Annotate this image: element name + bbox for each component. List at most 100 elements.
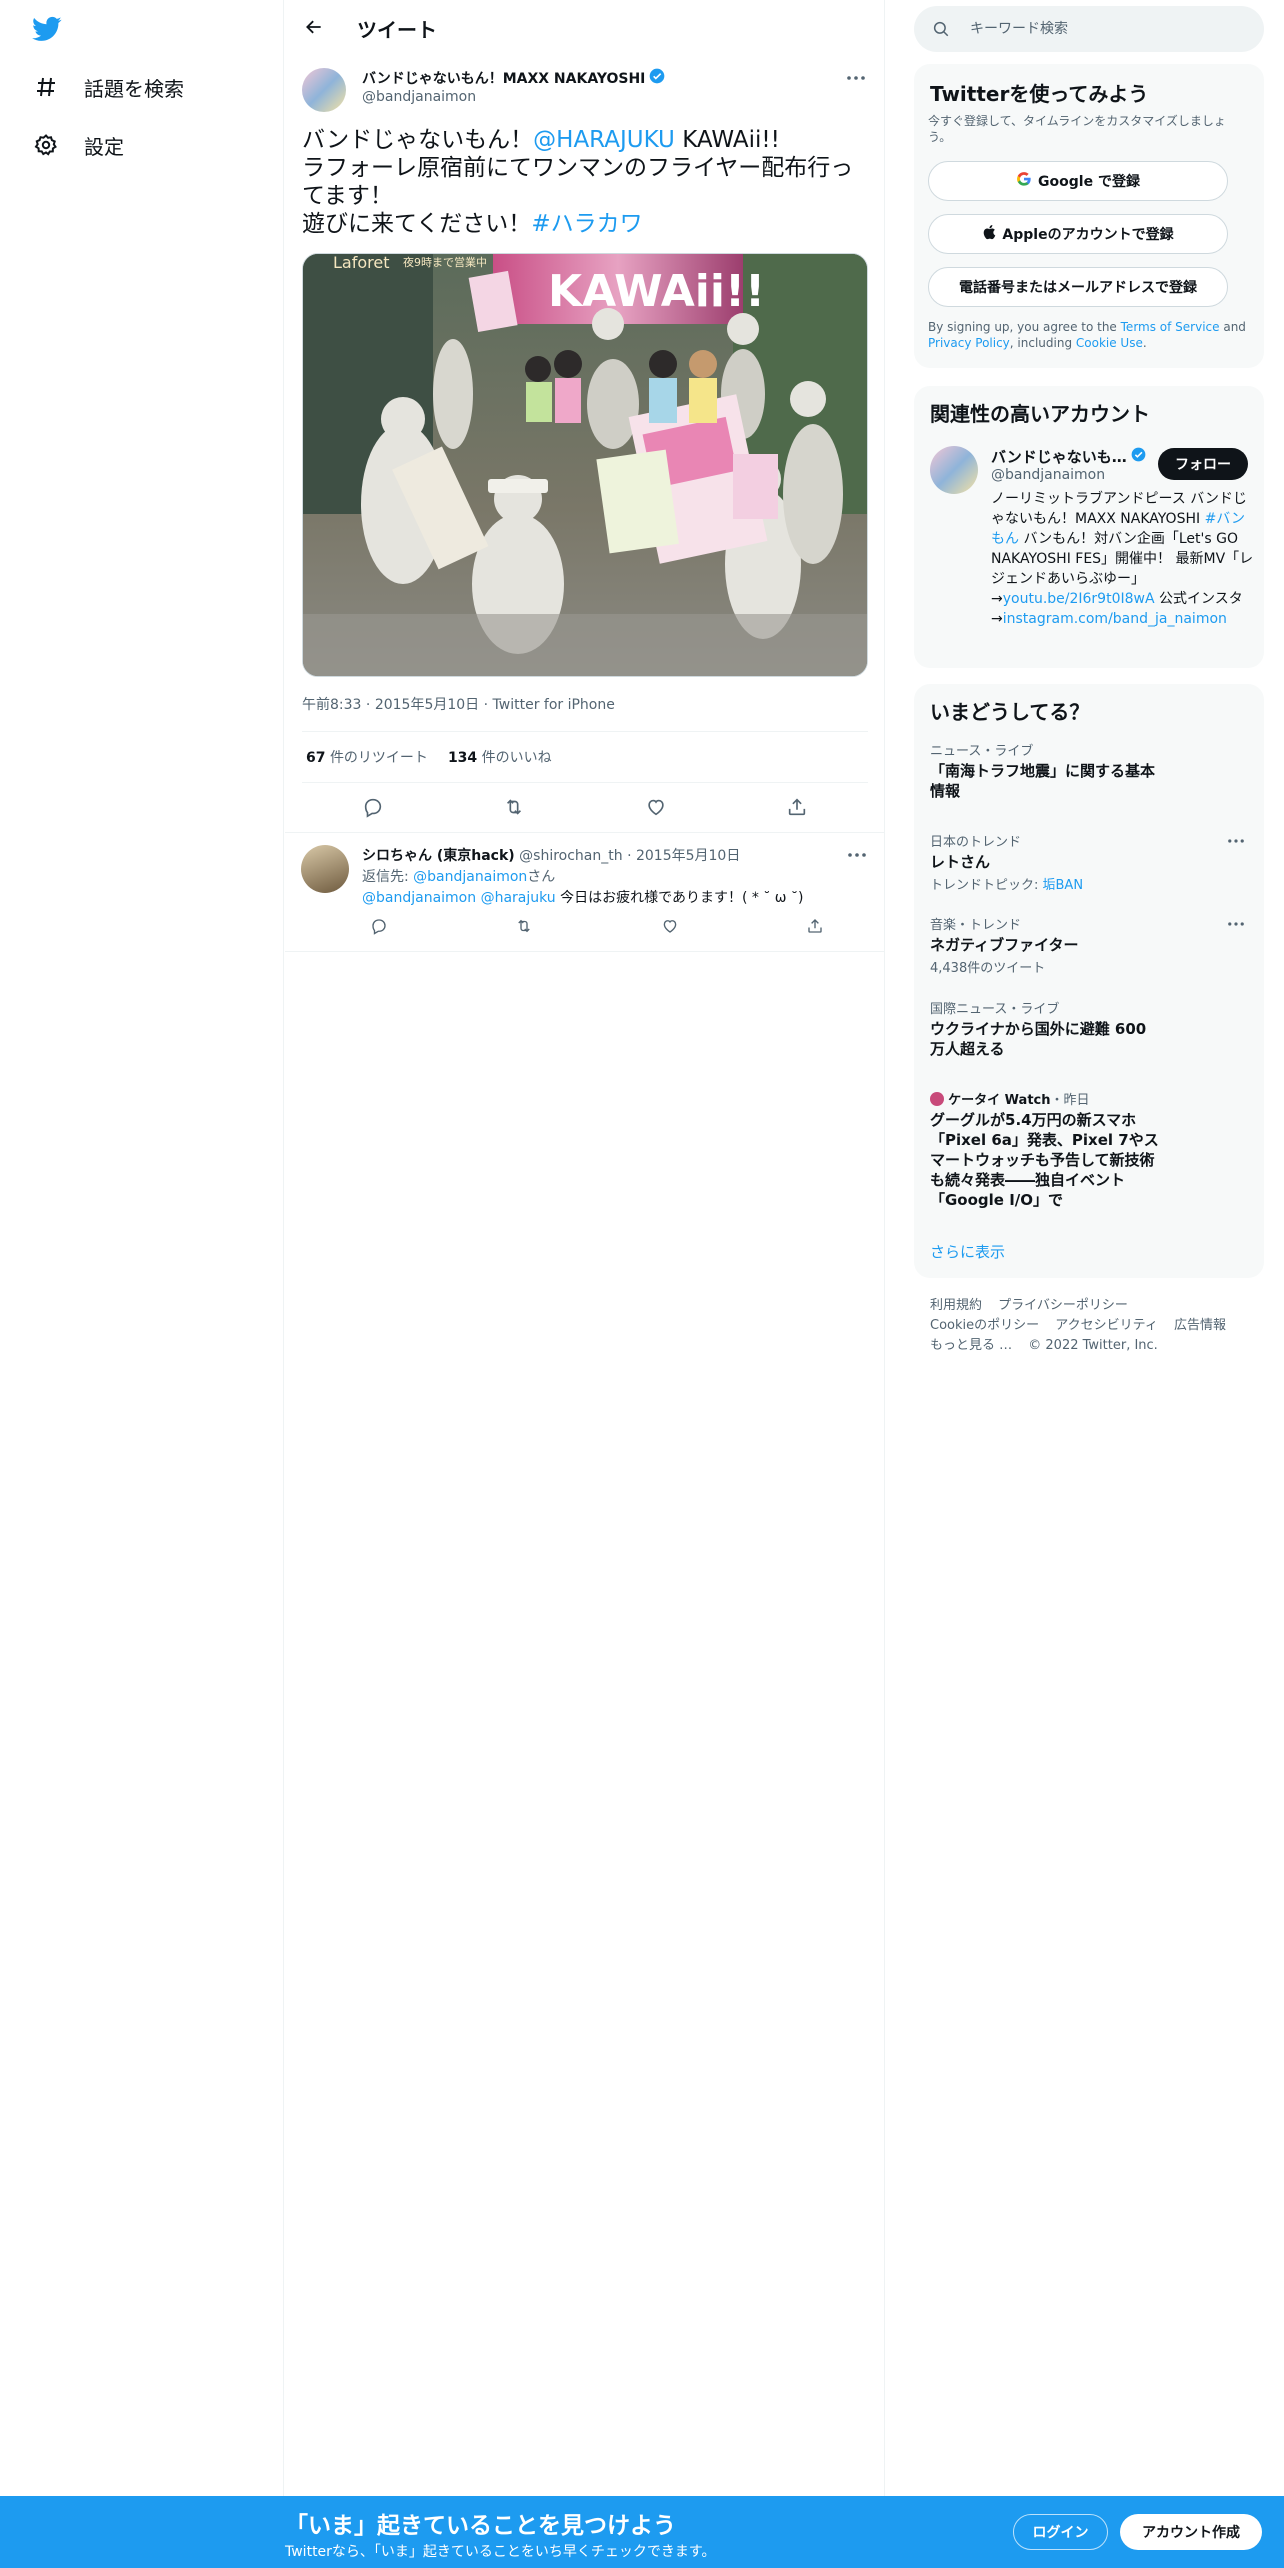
tweet-mention-link[interactable]: @HARAJUKU xyxy=(533,127,675,153)
apple-signup-button[interactable]: Appleのアカウントで登録 xyxy=(928,214,1228,254)
trend-more-icon[interactable] xyxy=(1224,831,1248,851)
terms-of-service-link[interactable]: Terms of Service xyxy=(1121,320,1220,334)
reply-to-handle[interactable]: @bandjanaimon xyxy=(413,869,527,885)
trend-title: ウクライナから国外に避難 600万人超える xyxy=(930,1020,1147,1058)
footer-privacy-link[interactable]: プライバシーポリシー xyxy=(998,1298,1128,1313)
reply-tweet[interactable]: シロちゃん (東京hack) @shirochan_th · 2015年5月10… xyxy=(285,832,885,952)
login-button[interactable]: ログイン xyxy=(1013,2514,1108,2550)
tweet-source[interactable]: Twitter for iPhone xyxy=(493,697,615,713)
like-icon[interactable] xyxy=(653,909,687,943)
reply-author-handle[interactable]: @shirochan_th xyxy=(519,848,622,864)
author-avatar[interactable] xyxy=(302,68,346,112)
retweet-count-label: 件のリツイート xyxy=(329,750,428,766)
phone-email-signup-button[interactable]: 電話番号またはメールアドレスで登録 xyxy=(928,267,1228,307)
terms-text-3: , including xyxy=(1009,336,1076,350)
trend-source-time: ・昨日 xyxy=(1050,1093,1090,1108)
twitter-logo-icon[interactable] xyxy=(30,14,64,44)
nav-settings-label: 設定 xyxy=(84,134,124,159)
trend-topic-link[interactable]: 垢BAN xyxy=(1043,878,1084,893)
trend-item[interactable]: 音楽・トレンド ネガティブファイター 4,438件のツイート xyxy=(930,914,1248,976)
trend-source: ケータイ Watch・昨日 xyxy=(930,1089,1248,1108)
photo-banner-text: KAWAii!! xyxy=(548,266,765,317)
tweet-hashtag-link[interactable]: #ハラカワ xyxy=(531,211,642,237)
footer-cookie-link[interactable]: Cookieのポリシー xyxy=(930,1318,1039,1333)
footer-copyright: © 2022 Twitter, Inc. xyxy=(1028,1338,1158,1353)
hashtag-icon xyxy=(32,73,60,101)
trend-item[interactable]: 日本のトレンド レトさん トレンドトピック: 垢BAN xyxy=(930,831,1248,893)
trend-category: 音楽・トレンド xyxy=(930,918,1022,933)
bottom-bar-title: 「いま」起きていることを見つけよう xyxy=(285,2513,676,2539)
reply-author-avatar[interactable] xyxy=(301,845,349,893)
footer-more-link[interactable]: もっと見る … xyxy=(930,1338,1012,1353)
back-arrow-icon[interactable] xyxy=(298,11,330,43)
bottom-signup-bar: 「いま」起きていることを見つけよう Twitterなら、「いま」起きていることを… xyxy=(0,2496,1284,2568)
like-icon[interactable] xyxy=(639,790,673,824)
share-icon[interactable] xyxy=(798,909,832,943)
related-account-avatar[interactable] xyxy=(930,446,978,494)
signup-terms: By signing up, you agree to the Terms of… xyxy=(928,319,1250,351)
reply-author-name[interactable]: シロちゃん (東京hack) xyxy=(362,848,515,864)
nav-settings[interactable]: 設定 xyxy=(32,125,124,165)
trend-more-icon[interactable] xyxy=(1224,914,1248,934)
like-count[interactable]: 134 件のいいね xyxy=(448,747,552,767)
search-box[interactable] xyxy=(914,6,1264,52)
reply-more-options-icon[interactable] xyxy=(845,845,869,865)
related-account-name-text: バンドじゃないも… xyxy=(991,448,1127,466)
tweet-meta: 午前8:33 · 2015年5月10日 · Twitter for iPhone xyxy=(302,694,615,714)
trend-item[interactable]: ニュース・ライブ 「南海トラフ地震」に関する基本情報 xyxy=(930,740,1248,801)
search-input[interactable] xyxy=(970,18,1240,40)
tweet-photo[interactable]: KAWAii!! Laforet 夜9時まで営業中 xyxy=(302,253,868,677)
footer-terms-link[interactable]: 利用規約 xyxy=(930,1298,982,1313)
related-account-name[interactable]: バンドじゃないも… xyxy=(991,446,1146,467)
google-signup-button[interactable]: Google で登録 xyxy=(928,161,1228,201)
trend-title: グーグルが5.4万円の新スマホ「Pixel 6a」発表、Pixel 7やスマート… xyxy=(930,1111,1159,1209)
privacy-policy-link[interactable]: Privacy Policy xyxy=(928,336,1010,350)
footer-ads-link[interactable]: 広告情報 xyxy=(1174,1318,1226,1333)
related-account-handle[interactable]: @bandjanaimon xyxy=(991,467,1105,483)
bio-instagram-link[interactable]: instagram.com/band_ja_naimon xyxy=(1003,611,1227,627)
nav-explore[interactable]: 話題を検索 xyxy=(32,67,184,107)
divider xyxy=(302,731,868,732)
cookie-use-link[interactable]: Cookie Use xyxy=(1076,336,1143,350)
verified-badge-icon xyxy=(1131,447,1146,466)
trend-count: 4,438件のツイート xyxy=(930,961,1046,976)
bio-youtube-link[interactable]: youtu.be/2I6r9t0I8wA xyxy=(1003,591,1155,607)
author-handle[interactable]: @bandjanaimon xyxy=(362,89,476,105)
reply-icon[interactable] xyxy=(356,790,390,824)
footer-links: 利用規約 プライバシーポリシー Cookieのポリシー アクセシビリティ 広告情… xyxy=(930,1296,1250,1356)
author-name[interactable]: バンドじゃないもん！MAXX NAKAYOSHI xyxy=(362,68,665,88)
reply-action-bar xyxy=(362,909,832,943)
create-account-button[interactable]: アカウント作成 xyxy=(1120,2514,1262,2550)
author-name-text: バンドじゃないもん！MAXX NAKAYOSHI xyxy=(362,71,646,87)
retweet-icon[interactable] xyxy=(497,790,531,824)
tweet-time[interactable]: 午前8:33 xyxy=(302,697,361,713)
reply-to-line: 返信先: @bandjanaimonさん xyxy=(362,866,555,886)
reply-mention-1[interactable]: @bandjanaimon xyxy=(362,890,476,906)
tweet-action-bar xyxy=(302,790,868,824)
trend-title: レトさん xyxy=(930,853,991,871)
trend-item[interactable]: 国際ニュース・ライブ ウクライナから国外に避難 600万人超える xyxy=(930,998,1248,1059)
more-options-icon[interactable] xyxy=(844,68,868,88)
signup-card: Twitterを使ってみよう 今すぐ登録して、タイムラインをカスタマイズしましょ… xyxy=(914,64,1264,368)
tweet-text: バンドじゃないもん！@HARAJUKU KAWAii!! ラフォーレ原宿前にてワ… xyxy=(302,126,872,238)
reply-date[interactable]: 2015年5月10日 xyxy=(636,848,740,864)
reply-mention-2[interactable]: @harajuku xyxy=(481,890,556,906)
tweet-date[interactable]: 2015年5月10日 xyxy=(375,697,479,713)
tweet-text-line3: 遊びに来てください！ xyxy=(302,211,532,237)
page-header: ツイート xyxy=(285,0,885,54)
related-accounts-card: 関連性の高いアカウント バンドじゃないも… @bandjanaimon フォロー… xyxy=(914,386,1264,668)
meta-separator: · xyxy=(627,848,632,864)
apple-signup-label: Appleのアカウントで登録 xyxy=(1002,227,1174,243)
footer-accessibility-link[interactable]: アクセシビリティ xyxy=(1055,1318,1158,1333)
reply-icon[interactable] xyxy=(362,909,396,943)
retweet-icon[interactable] xyxy=(507,909,541,943)
retweet-count[interactable]: 67 件のリツイート xyxy=(306,747,428,767)
trend-item[interactable]: ケータイ Watch・昨日 グーグルが5.4万円の新スマホ「Pixel 6a」発… xyxy=(930,1089,1248,1210)
apple-icon xyxy=(982,224,996,244)
reply-to-suffix: さん xyxy=(527,869,556,885)
share-icon[interactable] xyxy=(780,790,814,824)
trend-title: ネガティブファイター xyxy=(930,936,1079,954)
follow-button[interactable]: フォロー xyxy=(1158,448,1248,480)
show-more-link[interactable]: さらに表示 xyxy=(930,1241,1005,1262)
trend-category: ニュース・ライブ xyxy=(930,744,1034,759)
